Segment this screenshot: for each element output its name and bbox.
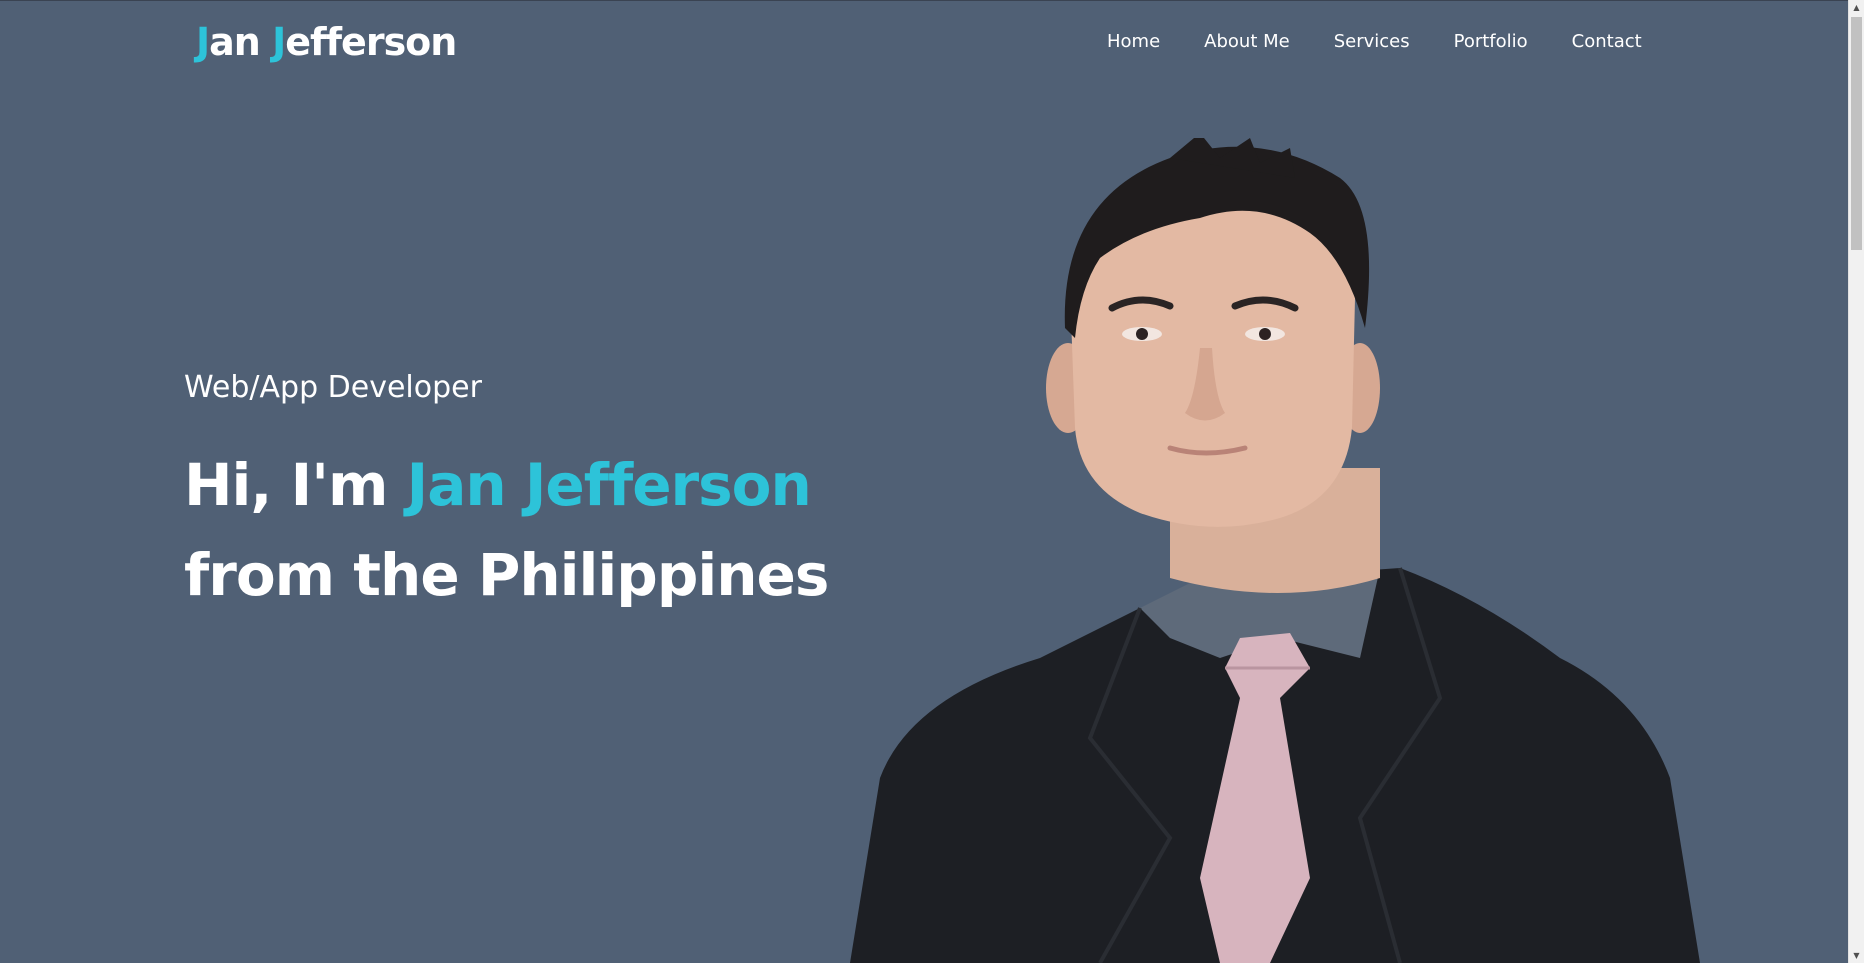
- page-viewport: Jan Jefferson Home About Me Services Por…: [0, 0, 1848, 963]
- nav-portfolio-link[interactable]: Portfolio: [1454, 28, 1528, 56]
- site-logo[interactable]: Jan Jefferson: [196, 18, 457, 66]
- nav-services-link[interactable]: Services: [1334, 28, 1410, 56]
- nav-home-link[interactable]: Home: [1107, 28, 1160, 56]
- hero-name: Jan Jefferson: [406, 451, 812, 519]
- triangle-down-icon[interactable]: ▼: [1849, 948, 1864, 963]
- main-nav: Home About Me Services Portfolio Contact: [1107, 28, 1642, 56]
- nav-about-link[interactable]: About Me: [1204, 28, 1290, 56]
- hero-line2: from the Philippines: [184, 541, 829, 609]
- portrait-image: [850, 138, 1700, 963]
- logo-last-initial: J: [272, 20, 286, 64]
- window-top-border: [0, 0, 1848, 1]
- page-scrollbar[interactable]: ▲ ▼: [1848, 0, 1864, 963]
- nav-contact-link[interactable]: Contact: [1572, 28, 1642, 56]
- logo-first-rest: an: [209, 20, 273, 64]
- logo-last-rest: efferson: [285, 20, 457, 64]
- logo-first-initial: J: [196, 20, 210, 64]
- hero-subtitle: Web/App Developer: [184, 370, 482, 405]
- hero-title: Hi, I'm Jan Jefferson from the Philippine…: [184, 440, 829, 620]
- scrollbar-thumb[interactable]: [1851, 17, 1862, 250]
- hero-greeting: Hi, I'm: [184, 451, 407, 519]
- triangle-up-icon[interactable]: ▲: [1849, 0, 1864, 15]
